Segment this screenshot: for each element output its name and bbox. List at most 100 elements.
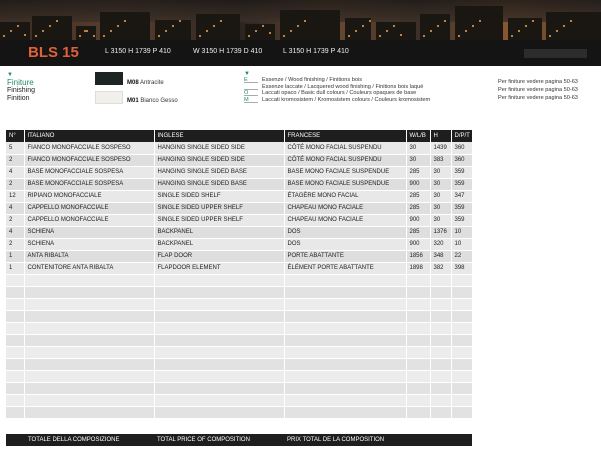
swatch-label-bianco-gesso: M01 Bianco Gesso	[127, 98, 178, 104]
table-cell	[430, 334, 452, 347]
window-light	[283, 35, 285, 37]
table-cell	[451, 334, 473, 347]
table-cell	[406, 358, 431, 371]
window-light	[437, 25, 439, 27]
table-cell	[284, 406, 407, 419]
table-cell: BACKPANEL	[154, 238, 285, 251]
empty-table-row	[6, 298, 473, 311]
table-cell	[24, 370, 155, 383]
table-cell: 900	[406, 178, 431, 191]
table-row: 1 CONTENITORE ANTA RIBALTA FLAPDOOR ELEMEN…	[6, 262, 473, 275]
swatch-name: Antracite	[140, 80, 164, 86]
table-cell	[284, 286, 407, 299]
title-bar: BLS 15 L 3150 H 1739 P 410 W 3150 H 1739…	[0, 40, 601, 66]
model-name: BLS 15	[28, 44, 79, 61]
table-cell	[6, 310, 25, 323]
window-light	[117, 25, 119, 27]
table-cell	[154, 298, 285, 311]
table-cell: SCHIENA	[24, 238, 155, 251]
table-cell	[406, 370, 431, 383]
table-cell: ÉTAGÈRE MONO FACIAL	[284, 190, 407, 203]
table-cell	[284, 274, 407, 287]
table-cell	[6, 322, 25, 335]
table-cell: 1856	[406, 250, 431, 263]
table-cell	[406, 310, 431, 323]
table-cell: HANGING SINGLE SIDED SIDE	[154, 142, 285, 155]
window-light	[110, 30, 112, 32]
window-light	[158, 35, 160, 37]
table-cell	[406, 382, 431, 395]
column-header: INGLESE	[154, 130, 285, 142]
table-cell	[6, 382, 25, 395]
table-cell: BASE MONO FACIALE SUSPENDUE	[284, 166, 407, 179]
table-cell	[154, 346, 285, 359]
table-cell: 5	[6, 142, 25, 155]
table-cell: CAPPELLO MONOFACCIALE	[24, 202, 155, 215]
table-cell: 30	[430, 190, 452, 203]
table-cell	[406, 286, 431, 299]
table-header: N° ITALIANO INGLESE FRANCESE W/L/B H D/P…	[6, 130, 473, 142]
empty-table-row	[6, 346, 473, 359]
window-light	[199, 35, 201, 37]
dimensions-en: W 3150 H 1739 D 410	[193, 48, 263, 55]
table-cell: 1	[6, 250, 25, 263]
table-row: 12 RIPIANO MONOFACCIALE SINGLE SIDED SHELF…	[6, 190, 473, 203]
table-cell: SCHIENA	[24, 226, 155, 239]
finish-note: Per finiture vedere pagina 50-63	[498, 95, 578, 101]
window-light	[49, 25, 51, 27]
table-cell: 22	[451, 250, 473, 263]
window-light	[362, 25, 364, 27]
table-cell: HANGING SINGLE SIDED BASE	[154, 166, 285, 179]
swatch-antracite[interactable]	[95, 72, 123, 85]
table-cell	[24, 298, 155, 311]
window-light	[304, 20, 306, 22]
table-cell	[430, 298, 452, 311]
table-cell: HANGING SINGLE SIDED SIDE	[154, 154, 285, 167]
column-header: ITALIANO	[24, 130, 155, 142]
table-cell: SINGLE SIDED UPPER SHELF	[154, 202, 285, 215]
building-shape	[155, 20, 191, 40]
table-cell: SINGLE SIDED SHELF	[154, 190, 285, 203]
table-cell: BASE MONOFACCIALE SOSPESA	[24, 178, 155, 191]
table-cell: 348	[430, 250, 452, 263]
window-light	[379, 35, 381, 37]
window-light	[10, 30, 12, 32]
table-row: 2 SCHIENA BACKPANEL DOS 900 320 10	[6, 238, 473, 251]
table-cell	[6, 274, 25, 287]
table-cell	[24, 406, 155, 419]
table-cell	[6, 346, 25, 359]
window-light	[472, 25, 474, 27]
swatch-bianco-gesso[interactable]	[95, 91, 123, 104]
table-cell: 2	[6, 238, 25, 251]
table-cell	[430, 346, 452, 359]
table-row: 2 BASE MONOFACCIALE SOSPESA HANGING SINGLE…	[6, 178, 473, 191]
table-cell: CONTENITORE ANTA RIBALTA	[24, 262, 155, 275]
window-light	[3, 35, 5, 37]
table-cell	[154, 286, 285, 299]
window-light	[165, 30, 167, 32]
table-cell	[154, 334, 285, 347]
table-cell: 285	[406, 166, 431, 179]
table-cell: BASE MONO FACIALE SUSPENDUE	[284, 178, 407, 191]
table-cell	[430, 358, 452, 371]
finish-note: Per finiture vedere pagina 50-63	[498, 79, 578, 85]
building-shape	[100, 12, 150, 40]
table-cell	[430, 406, 452, 419]
window-light	[369, 20, 371, 22]
table-cell: 347	[451, 190, 473, 203]
table-cell	[24, 322, 155, 335]
table-cell: 10	[451, 226, 473, 239]
window-light	[400, 34, 402, 36]
window-light	[179, 20, 181, 22]
table-cell	[430, 286, 452, 299]
window-light	[511, 35, 513, 37]
column-header: H	[430, 130, 452, 142]
table-row: 2 CAPPELLO MONOFACCIALE SINGLE SIDED UPPER…	[6, 214, 473, 227]
table-row: 2 FIANCO MONOFACCIALE SOSPESO HANGING SING…	[6, 154, 473, 167]
window-light	[297, 25, 299, 27]
window-light	[393, 25, 395, 27]
column-header: N°	[6, 130, 25, 142]
legend-item: M Laccati kromosistem / Kromosistem colou…	[244, 96, 431, 103]
table-cell: 359	[451, 166, 473, 179]
table-cell	[284, 334, 407, 347]
